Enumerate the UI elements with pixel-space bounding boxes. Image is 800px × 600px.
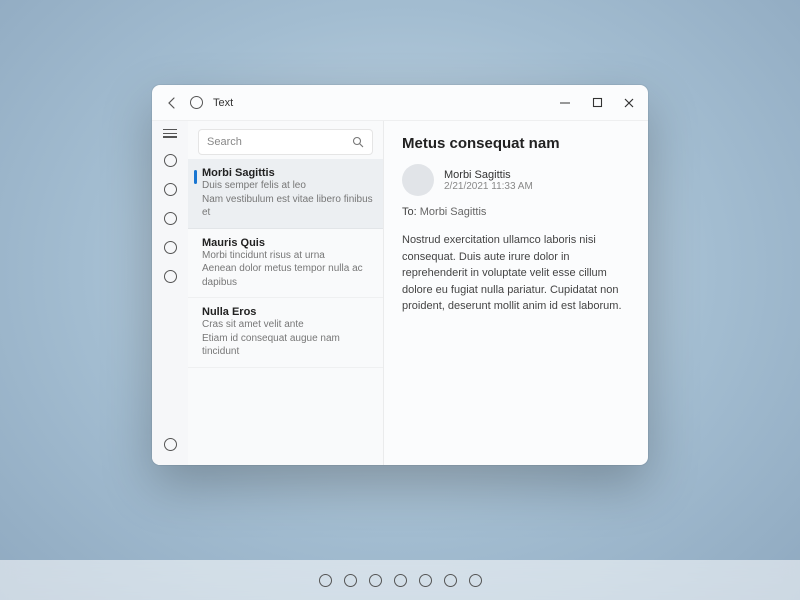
message-body: Nostrud exercitation ullamco laboris nis… <box>402 232 630 315</box>
list-item-preview: Etiam id consequat augue nam tincidunt <box>202 332 373 359</box>
list-item[interactable]: Nulla Eros Cras sit amet velit ante Etia… <box>188 298 383 368</box>
back-button[interactable] <box>164 95 180 111</box>
list-item[interactable]: Mauris Quis Morbi tincidunt risus at urn… <box>188 229 383 299</box>
list-item-preview: Nam vestibulum est vitae libero finibus … <box>202 193 373 220</box>
app-window: Text <box>152 85 648 465</box>
taskbar <box>0 560 800 600</box>
avatar <box>402 164 434 196</box>
hamburger-icon[interactable] <box>163 129 177 138</box>
taskbar-icon[interactable] <box>319 574 332 587</box>
taskbar-icon[interactable] <box>469 574 482 587</box>
list-item-preview: Duis semper felis at leo <box>202 179 373 193</box>
nav-item-4[interactable] <box>164 241 177 254</box>
titlebar: Text <box>152 85 648 121</box>
list-item-title: Morbi Sagittis <box>202 167 373 179</box>
app-icon <box>190 96 203 109</box>
list-item-preview: Aenean dolor metus tempor nulla ac dapib… <box>202 262 373 289</box>
to-value: Morbi Sagittis <box>420 206 487 218</box>
to-label: To: <box>402 206 417 218</box>
taskbar-icon[interactable] <box>394 574 407 587</box>
message-list-pane: Morbi Sagittis Duis semper felis at leo … <box>188 121 384 465</box>
close-button[interactable] <box>622 96 636 110</box>
nav-item-3[interactable] <box>164 212 177 225</box>
taskbar-icon[interactable] <box>369 574 382 587</box>
message-detail-pane: Metus consequat nam Morbi Sagittis 2/21/… <box>384 121 648 465</box>
to-row: To: Morbi Sagittis <box>402 206 630 218</box>
list-item-preview: Cras sit amet velit ante <box>202 318 373 332</box>
message-subject: Metus consequat nam <box>402 135 630 152</box>
sender-date: 2/21/2021 11:33 AM <box>444 181 533 192</box>
window-body: Morbi Sagittis Duis semper felis at leo … <box>152 121 648 465</box>
taskbar-icon[interactable] <box>444 574 457 587</box>
maximize-button[interactable] <box>590 96 604 110</box>
nav-item-settings[interactable] <box>164 438 177 451</box>
nav-item-2[interactable] <box>164 183 177 196</box>
list-item-title: Nulla Eros <box>202 306 373 318</box>
minimize-button[interactable] <box>558 96 572 110</box>
nav-item-5[interactable] <box>164 270 177 283</box>
sidebar <box>152 121 188 465</box>
search-input[interactable] <box>207 136 352 148</box>
taskbar-icon[interactable] <box>344 574 357 587</box>
search-icon <box>352 136 364 148</box>
window-controls <box>558 96 636 110</box>
taskbar-icon[interactable] <box>419 574 432 587</box>
list-item-title: Mauris Quis <box>202 237 373 249</box>
sender-name: Morbi Sagittis <box>444 169 533 181</box>
list-item[interactable]: Morbi Sagittis Duis semper felis at leo … <box>188 159 383 229</box>
search-box[interactable] <box>198 129 373 155</box>
list-item-preview: Morbi tincidunt risus at urna <box>202 249 373 263</box>
sender-row: Morbi Sagittis 2/21/2021 11:33 AM <box>402 164 630 196</box>
window-title: Text <box>213 97 233 109</box>
nav-item-1[interactable] <box>164 154 177 167</box>
